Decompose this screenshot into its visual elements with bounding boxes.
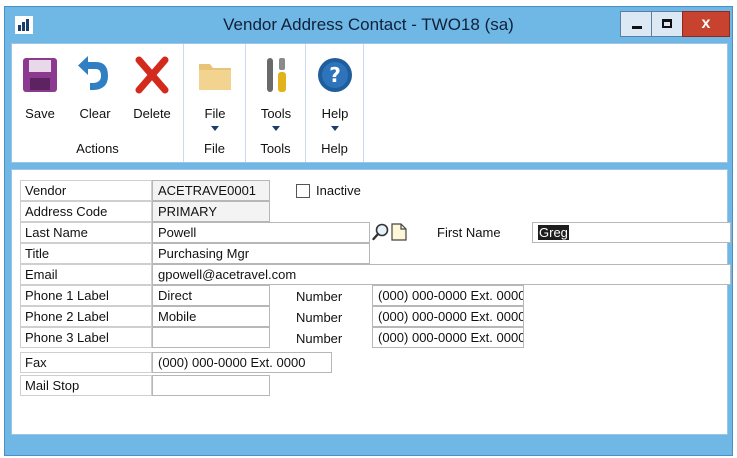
- phone2-number-field[interactable]: (000) 000-0000 Ext. 0000: [372, 306, 524, 327]
- delete-icon: [135, 56, 169, 94]
- group-label-tools: Tools: [260, 141, 291, 156]
- fax-label: Fax: [20, 352, 152, 373]
- phone1-number-field[interactable]: (000) 000-0000 Ext. 0000: [372, 285, 524, 306]
- phone3-label-caption: Phone 3 Label: [20, 327, 152, 348]
- inactive-label: Inactive: [316, 183, 361, 198]
- phone1-label-field[interactable]: Direct: [152, 285, 270, 306]
- group-label-help: Help: [321, 141, 348, 156]
- tools-menu-button[interactable]: Tools: [249, 50, 303, 136]
- first-name-label: First Name: [437, 225, 501, 240]
- email-label: Email: [20, 264, 152, 285]
- maximize-button[interactable]: [651, 11, 683, 37]
- phone2-label-field[interactable]: Mobile: [152, 306, 270, 327]
- contact-form: Vendor ACETRAVE0001 Inactive Address Cod…: [11, 169, 731, 435]
- first-name-field[interactable]: Greg: [532, 222, 731, 243]
- phone3-number-field[interactable]: (000) 000-0000 Ext. 0000: [372, 327, 524, 348]
- save-icon: [23, 58, 57, 92]
- close-button[interactable]: x: [682, 11, 730, 37]
- ribbon-group-file: File File: [184, 44, 246, 162]
- address-code-field: PRIMARY: [152, 201, 270, 222]
- svg-text:?: ?: [329, 63, 341, 87]
- email-field[interactable]: gpowell@acetravel.com: [152, 264, 731, 285]
- mail-stop-label: Mail Stop: [20, 375, 152, 396]
- phone3-label-field[interactable]: [152, 327, 270, 348]
- help-label: Help: [321, 106, 349, 121]
- ribbon: Save Clear Delete Actions File File Tool…: [11, 43, 728, 163]
- file-dropdown-arrow-icon: [211, 126, 219, 131]
- window: Vendor Address Contact - TWO18 (sa) x Sa…: [4, 6, 733, 456]
- title-label: Title: [20, 243, 152, 264]
- mail-stop-field[interactable]: [152, 375, 270, 396]
- phone1-label-caption: Phone 1 Label: [20, 285, 152, 306]
- group-label-file: File: [204, 141, 225, 156]
- delete-button[interactable]: Delete: [126, 50, 178, 136]
- help-dropdown-arrow-icon: [331, 126, 339, 131]
- address-code-label: Address Code: [20, 201, 152, 222]
- delete-label: Delete: [133, 106, 171, 121]
- tools-dropdown-arrow-icon: [272, 126, 280, 131]
- minimize-button[interactable]: [620, 11, 652, 37]
- phone2-label-caption: Phone 2 Label: [20, 306, 152, 327]
- lookup-icon[interactable]: [372, 223, 389, 241]
- save-label: Save: [25, 106, 55, 121]
- title-bar: Vendor Address Contact - TWO18 (sa) x: [5, 7, 732, 43]
- group-label-actions: Actions: [76, 141, 119, 156]
- ribbon-group-actions: Save Clear Delete Actions: [12, 44, 184, 162]
- phone1-number-label: Number: [296, 289, 343, 304]
- vendor-id-field: ACETRAVE0001: [152, 180, 270, 201]
- note-icon[interactable]: [391, 223, 407, 241]
- help-menu-button[interactable]: ? Help: [308, 50, 362, 136]
- last-name-field[interactable]: Powell: [152, 222, 370, 243]
- tools-icon: [267, 58, 286, 92]
- help-icon: ?: [318, 58, 352, 92]
- phone3-number-label: Number: [296, 331, 343, 346]
- ribbon-group-help: ? Help Help: [306, 44, 364, 162]
- first-name-selected-text: Greg: [538, 225, 569, 240]
- phone2-number-label: Number: [296, 310, 343, 325]
- file-icon: [199, 64, 231, 90]
- tools-label: Tools: [260, 106, 292, 121]
- save-button[interactable]: Save: [16, 50, 64, 136]
- vendor-label: Vendor: [20, 180, 152, 201]
- ribbon-group-tools: Tools Tools: [246, 44, 306, 162]
- last-name-label: Last Name: [20, 222, 152, 243]
- inactive-checkbox[interactable]: [296, 184, 310, 198]
- title-field[interactable]: Purchasing Mgr: [152, 243, 370, 264]
- clear-label: Clear: [79, 106, 111, 121]
- file-menu-button[interactable]: File: [188, 50, 242, 136]
- clear-icon: [78, 56, 108, 90]
- clear-button[interactable]: Clear: [68, 50, 122, 136]
- fax-field[interactable]: (000) 000-0000 Ext. 0000: [152, 352, 332, 373]
- file-label: File: [204, 106, 226, 121]
